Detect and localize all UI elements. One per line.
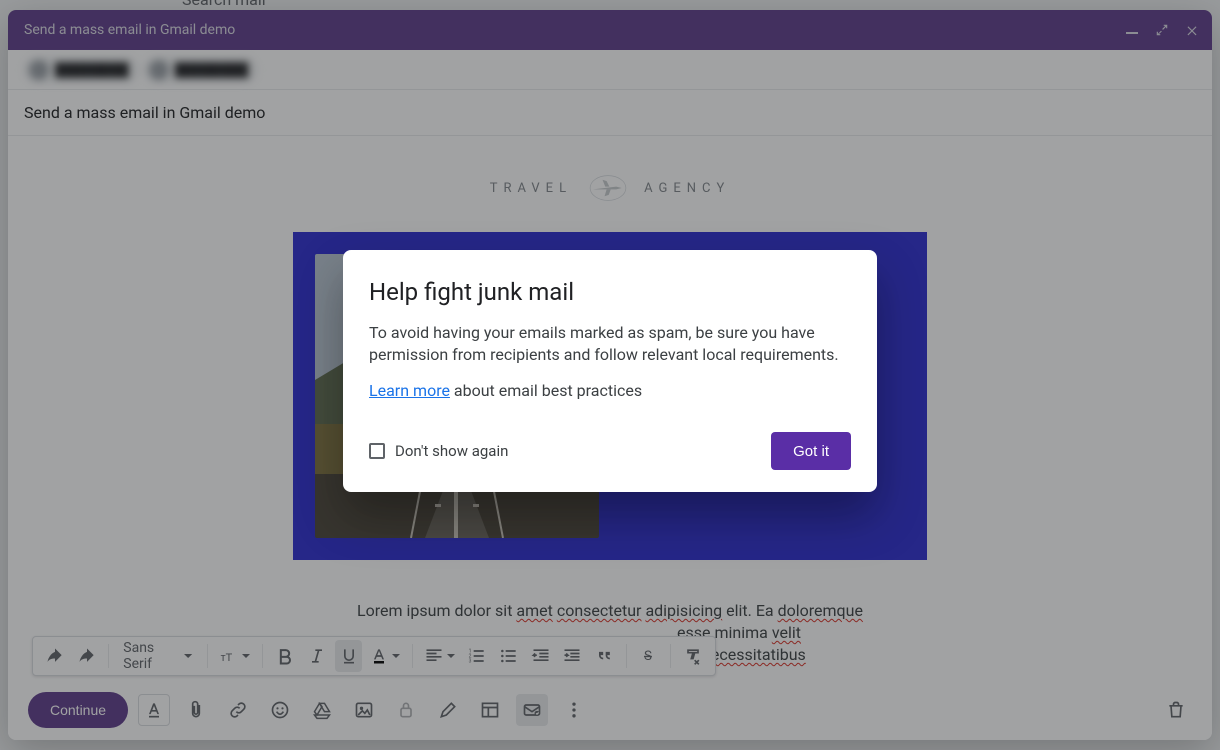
junk-mail-modal: Help fight junk mail To avoid having you… — [343, 250, 877, 492]
dont-show-label: Don't show again — [395, 442, 508, 460]
learn-more-link[interactable]: Learn more — [369, 381, 450, 400]
modal-footer: Don't show again Got it — [369, 432, 851, 470]
checkbox-box — [369, 443, 385, 459]
learn-more-suffix: about email best practices — [450, 381, 642, 400]
dont-show-again-checkbox[interactable]: Don't show again — [369, 442, 508, 460]
got-it-button[interactable]: Got it — [771, 432, 851, 470]
modal-body: To avoid having your emails marked as sp… — [369, 322, 851, 366]
app-root: Search mail Send a mass email in Gmail d… — [0, 0, 1220, 750]
modal-title: Help fight junk mail — [369, 278, 851, 306]
modal-scrim: Help fight junk mail To avoid having you… — [0, 0, 1220, 750]
modal-learn-more-row: Learn more about email best practices — [369, 380, 851, 402]
